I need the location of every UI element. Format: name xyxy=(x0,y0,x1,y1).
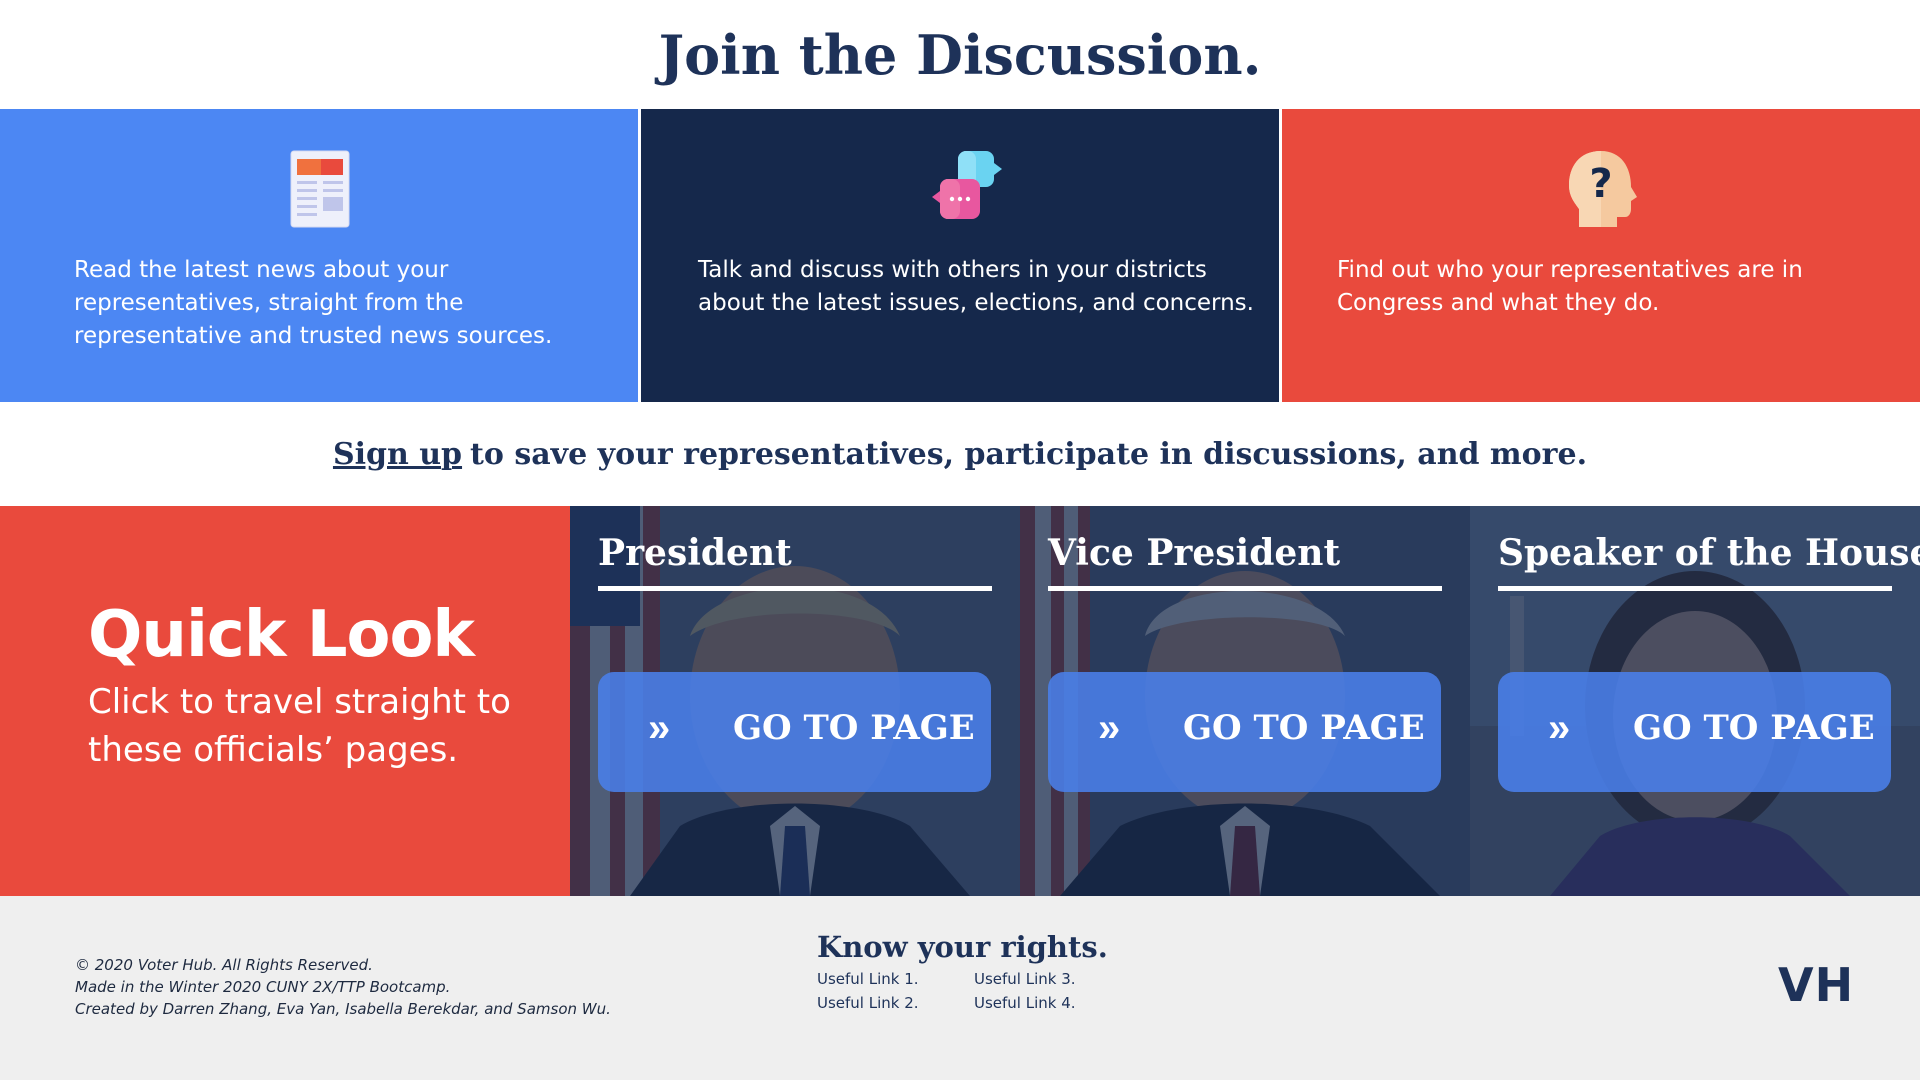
quick-look-intro: Quick Look Click to travel straight to t… xyxy=(0,506,570,896)
go-to-page-button-president[interactable]: » GO TO PAGE xyxy=(598,672,991,792)
know-your-rights-heading: Know your rights. xyxy=(817,930,1108,964)
go-to-page-label: GO TO PAGE xyxy=(1183,708,1425,748)
signup-text: to save your representatives, participat… xyxy=(470,436,1588,472)
copyright-text: © 2020 Voter Hub. All Rights Reserved. xyxy=(75,956,373,974)
double-chevron-right-icon: » xyxy=(1548,706,1571,750)
double-chevron-right-icon: » xyxy=(648,706,671,750)
chat-bubbles-icon xyxy=(932,151,1002,219)
feature-discuss: Talk and discuss with others in your dis… xyxy=(641,109,1279,402)
official-role: President xyxy=(598,532,792,574)
feature-representatives-text: Find out who your representatives are in… xyxy=(1337,257,1803,316)
useful-links: Useful Link 1. Useful Link 3. Useful Lin… xyxy=(817,968,1087,1014)
quick-look-section: Quick Look Click to travel straight to t… xyxy=(0,506,1920,896)
signup-link[interactable]: Sign up xyxy=(333,437,462,472)
voter-hub-logo[interactable]: VH xyxy=(1778,958,1854,1012)
feature-representatives: ? Find out who your representatives are … xyxy=(1282,109,1920,402)
feature-panels: Read the latest news about your represen… xyxy=(0,109,1920,402)
official-card-vice-president: Vice President » GO TO PAGE xyxy=(1020,506,1470,896)
official-card-president: President » GO TO PAGE xyxy=(570,506,1020,896)
head-question-icon: ? xyxy=(1569,151,1637,227)
divider xyxy=(598,586,992,591)
official-card-speaker: Speaker of the House » GO TO PAGE xyxy=(1470,506,1920,896)
useful-link-4[interactable]: Useful Link 4. xyxy=(974,992,1087,1014)
feature-discuss-text: Talk and discuss with others in your dis… xyxy=(698,257,1254,316)
useful-link-2[interactable]: Useful Link 2. xyxy=(817,992,974,1014)
footer-credits: © 2020 Voter Hub. All Rights Reserved. M… xyxy=(75,954,611,1020)
authors-text: Created by Darren Zhang, Eva Yan, Isabel… xyxy=(75,1000,611,1018)
svg-text:?: ? xyxy=(1589,161,1612,207)
useful-link-3[interactable]: Useful Link 3. xyxy=(974,968,1087,990)
go-to-page-label: GO TO PAGE xyxy=(733,708,975,748)
quick-look-title: Quick Look xyxy=(88,598,475,672)
divider xyxy=(1048,586,1442,591)
official-role: Vice President xyxy=(1048,532,1341,574)
quick-look-subtitle: Click to travel straight to these offici… xyxy=(88,682,511,770)
feature-news-text: Read the latest news about your represen… xyxy=(74,257,553,349)
page: Join the Discussion. Read the latest new… xyxy=(0,0,1920,1080)
signup-banner: Sign up to save your representatives, pa… xyxy=(0,402,1920,506)
bootcamp-text: Made in the Winter 2020 CUNY 2X/TTP Boot… xyxy=(75,978,451,996)
double-chevron-right-icon: » xyxy=(1098,706,1121,750)
go-to-page-button-speaker[interactable]: » GO TO PAGE xyxy=(1498,672,1891,792)
footer: © 2020 Voter Hub. All Rights Reserved. M… xyxy=(0,896,1920,1080)
official-role: Speaker of the House xyxy=(1498,532,1920,574)
page-title: Join the Discussion. xyxy=(658,22,1262,87)
useful-link-1[interactable]: Useful Link 1. xyxy=(817,968,974,990)
divider xyxy=(1498,586,1892,591)
feature-news: Read the latest news about your represen… xyxy=(0,109,638,402)
go-to-page-button-vice-president[interactable]: » GO TO PAGE xyxy=(1048,672,1441,792)
newspaper-icon xyxy=(290,150,350,228)
go-to-page-label: GO TO PAGE xyxy=(1633,708,1875,748)
